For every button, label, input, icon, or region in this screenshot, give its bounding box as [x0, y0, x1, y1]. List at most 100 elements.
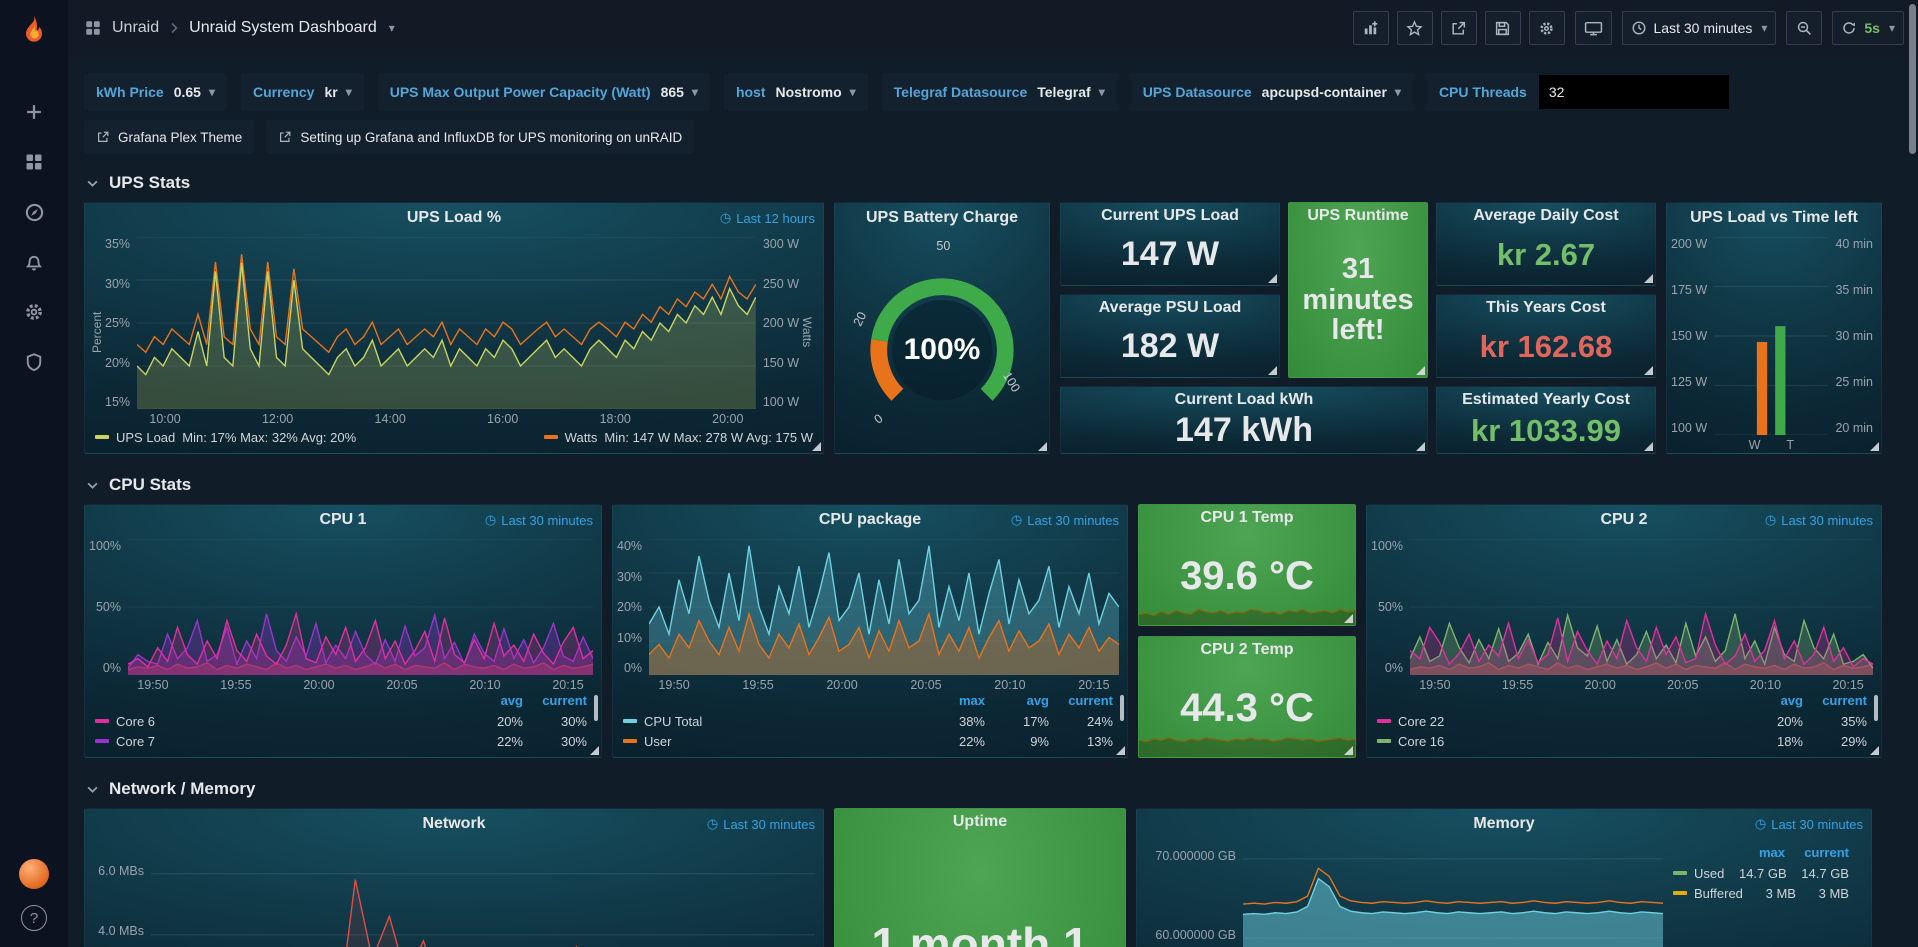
legend-column-header[interactable]: avg [985, 693, 1049, 711]
panel-title[interactable]: UPS Battery Charge [866, 209, 1018, 227]
variable-host[interactable]: host Nostromo▾ [724, 73, 868, 111]
breadcrumb-folder[interactable]: Unraid [112, 19, 159, 37]
cpu-package-chart[interactable] [649, 539, 1119, 675]
variable-currency[interactable]: Currency kr▾ [241, 73, 364, 111]
legend-scrollbar[interactable] [1874, 695, 1878, 721]
variable-ups-max-output[interactable]: UPS Max Output Power Capacity (Watt) 865… [378, 73, 710, 111]
panel-time-badge[interactable]: ◷Last 30 minutes [1765, 512, 1873, 528]
panel-title[interactable]: Current Load kWh [1175, 391, 1314, 409]
sidebar-item-configuration[interactable] [12, 292, 56, 332]
legend-scrollbar[interactable] [594, 695, 598, 721]
grafana-logo[interactable] [0, 0, 68, 58]
caret-down-icon: ▾ [346, 85, 352, 99]
panel-title[interactable]: UPS Load % [407, 209, 501, 227]
panel-title[interactable]: CPU 1 Temp [1200, 509, 1293, 527]
panel-title[interactable]: This Years Cost [1486, 299, 1606, 317]
user-avatar[interactable] [19, 859, 49, 889]
zoom-out-button[interactable] [1786, 11, 1822, 45]
legend-series[interactable]: CPU Total [623, 714, 921, 729]
share-icon [1450, 20, 1467, 37]
legend-series[interactable]: Buffered [1673, 886, 1743, 901]
time-range-picker[interactable]: Last 30 minutes ▾ [1622, 11, 1777, 45]
section-header-cpu-stats[interactable]: CPU Stats [84, 466, 1902, 504]
section-header-ups-stats[interactable]: UPS Stats [84, 164, 1902, 202]
link-ups-monitoring-guide[interactable]: Setting up Grafana and InfluxDB for UPS … [266, 120, 694, 154]
link-grafana-plex-theme[interactable]: Grafana Plex Theme [84, 120, 254, 154]
clock-icon: ◷ [707, 816, 718, 832]
legend-column-header[interactable]: max [921, 693, 985, 711]
legend-series[interactable]: Used [1673, 866, 1724, 881]
panel-time-badge[interactable]: ◷Last 30 minutes [485, 512, 593, 528]
section-header-network-memory[interactable]: Network / Memory [84, 770, 1902, 808]
panel-title[interactable]: UPS Load vs Time left [1690, 209, 1858, 227]
help-icon[interactable]: ? [21, 905, 47, 931]
legend-series[interactable]: Core 7 [95, 734, 459, 749]
panel-title[interactable]: UPS Runtime [1307, 207, 1408, 225]
axis-tick: 10:00 [149, 412, 180, 427]
legend-item-watts[interactable]: Watts Min: 147 W Max: 278 W Avg: 175 W [544, 430, 813, 445]
gear-icon [1538, 20, 1555, 37]
sidebar-item-dashboards[interactable] [12, 142, 56, 182]
panel-time-badge[interactable]: ◷ Last 12 hours [720, 210, 815, 226]
sidebar-item-alerting[interactable] [12, 242, 56, 282]
apps-grid-icon[interactable] [84, 19, 102, 37]
panel-ups-load-vs-time-left: UPS Load vs Time left 200 W 175 W 150 W … [1666, 202, 1882, 454]
panel-title[interactable]: CPU 2 Temp [1200, 641, 1293, 659]
memory-chart[interactable] [1243, 843, 1663, 947]
legend-item-ups-load[interactable]: UPS Load Min: 17% Max: 32% Avg: 20% [95, 430, 356, 445]
y-axis-label-right: Watts [799, 237, 815, 427]
panel-title[interactable]: Uptime [953, 813, 1007, 831]
panel-estimated-yearly-cost: Estimated Yearly Cost kr 1033.99 [1436, 386, 1656, 454]
network-chart[interactable] [151, 843, 815, 947]
legend-series[interactable]: Core 22 [1377, 714, 1739, 729]
variable-kwh-price[interactable]: kWh Price 0.65▾ [84, 73, 227, 111]
external-link-icon [278, 130, 292, 144]
sidebar-item-explore[interactable] [12, 192, 56, 232]
panel-title[interactable]: Average Daily Cost [1473, 207, 1618, 225]
legend-series[interactable]: Core 16 [1377, 734, 1739, 749]
panel-time-badge[interactable]: ◷Last 30 minutes [1011, 512, 1119, 528]
panel-title[interactable]: Memory [1473, 815, 1534, 833]
refresh-picker[interactable]: 5s ▾ [1832, 11, 1904, 45]
cpu1-chart[interactable] [128, 539, 593, 675]
save-dashboard-button[interactable] [1485, 11, 1521, 45]
panel-time-badge[interactable]: ◷Last 30 minutes [707, 816, 815, 832]
cpu-threads-input[interactable] [1539, 75, 1729, 109]
ups-load-chart[interactable] [137, 237, 756, 409]
legend-column-header[interactable]: current [523, 693, 587, 711]
panel-title[interactable]: Average PSU Load [1099, 299, 1242, 317]
legend-column-header[interactable]: avg [459, 693, 523, 711]
legend-column-header[interactable]: max [1721, 845, 1785, 863]
panel-title[interactable]: CPU 2 [1600, 511, 1647, 529]
legend-column-header[interactable]: current [1803, 693, 1867, 711]
add-panel-button[interactable] [1353, 11, 1389, 45]
panel-title[interactable]: Current UPS Load [1101, 207, 1239, 225]
ups-load-vs-time-chart[interactable] [1714, 237, 1828, 435]
variable-ups-datasource[interactable]: UPS Datasource apcupsd-container▾ [1131, 73, 1413, 111]
legend-column-header[interactable]: current [1049, 693, 1113, 711]
page-scrollbar-thumb[interactable] [1909, 4, 1916, 154]
panel-title[interactable]: CPU 1 [319, 511, 366, 529]
legend-column-header[interactable]: avg [1739, 693, 1803, 711]
legend-column-header[interactable]: current [1785, 845, 1849, 863]
share-dashboard-button[interactable] [1441, 11, 1477, 45]
dashboard-title[interactable]: Unraid System Dashboard [189, 19, 377, 37]
bell-icon [24, 252, 44, 272]
legend-row: Core 7 22% 30% [95, 731, 587, 751]
panel-time-badge[interactable]: ◷Last 30 minutes [1755, 816, 1863, 832]
variable-telegraf-datasource[interactable]: Telegraf Datasource Telegraf▾ [882, 73, 1117, 111]
legend-scrollbar[interactable] [1120, 695, 1124, 721]
tv-mode-button[interactable] [1575, 11, 1612, 45]
panel-ups-load: UPS Load % ◷ Last 12 hours Percent 35% 3… [84, 202, 824, 454]
sidebar-item-server-admin[interactable] [12, 342, 56, 382]
legend-series[interactable]: Core 6 [95, 714, 459, 729]
dashboard-settings-button[interactable] [1529, 11, 1565, 45]
star-dashboard-button[interactable] [1397, 11, 1433, 45]
panel-title[interactable]: Estimated Yearly Cost [1462, 391, 1630, 409]
sidebar-item-create[interactable] [12, 92, 56, 132]
panel-title[interactable]: Network [422, 815, 485, 833]
legend-series[interactable]: User [623, 734, 921, 749]
caret-down-icon[interactable]: ▾ [389, 21, 395, 35]
panel-title[interactable]: CPU package [819, 511, 921, 529]
cpu2-chart[interactable] [1410, 539, 1873, 675]
